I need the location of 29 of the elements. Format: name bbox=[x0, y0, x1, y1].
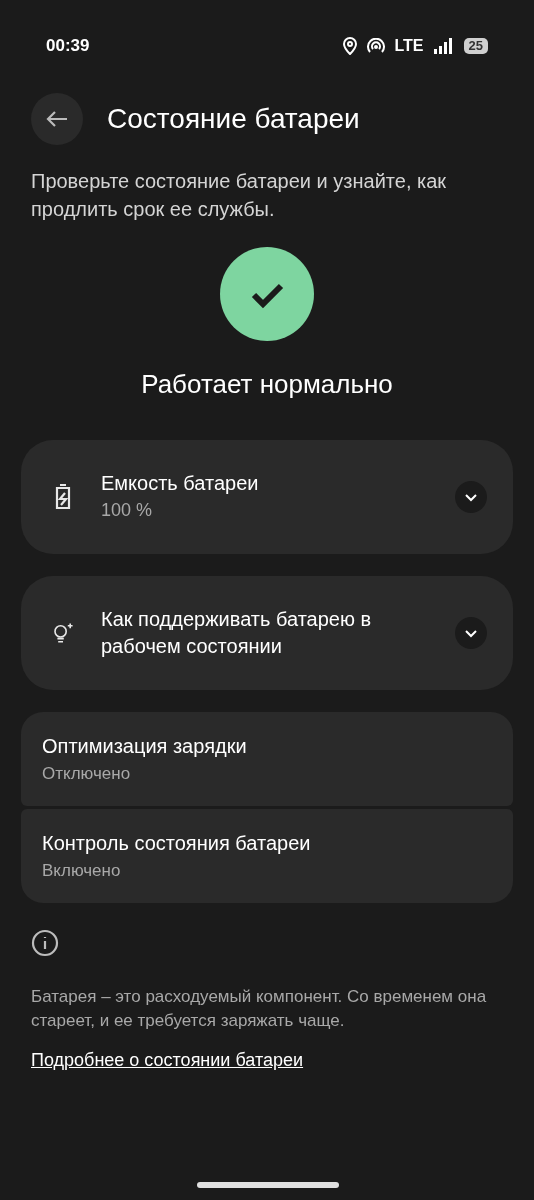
chevron-icon[interactable] bbox=[455, 617, 487, 649]
setting-title: Оптимизация зарядки bbox=[42, 734, 248, 760]
settings-item[interactable]: Оптимизация зарядки Отключено bbox=[21, 712, 513, 806]
back-icon bbox=[46, 110, 68, 128]
page-title: Состояние батареи bbox=[107, 102, 360, 136]
status-time: 00:39 bbox=[46, 35, 90, 58]
expandable-card[interactable]: Как поддерживать батарею в рабочем состоянии bbox=[21, 576, 513, 690]
footer-text: Батарея – это расходуемый компонент. Со временем она стареет, и ее требуется заряжать чаще. bbox=[31, 986, 488, 1032]
card-title: Емкость батареи bbox=[101, 471, 260, 496]
check-icon bbox=[220, 247, 314, 341]
battery-level: 25 bbox=[463, 38, 488, 54]
battery-icon bbox=[54, 483, 72, 511]
hotspot-icon bbox=[366, 38, 385, 54]
status-text: Работает нормально bbox=[141, 368, 393, 401]
setting-title: Контроль состояния батареи bbox=[42, 831, 312, 857]
learn-more-link[interactable]: Подробнее о состоянии батареи bbox=[31, 1047, 503, 1074]
network-type: LTE bbox=[394, 36, 424, 56]
expandable-card[interactable]: Емкость батареи 100 % bbox=[21, 440, 513, 554]
settings-item[interactable]: Контроль состояния батареи Включено bbox=[21, 809, 513, 903]
back-button[interactable] bbox=[31, 93, 83, 145]
chevron-icon[interactable] bbox=[455, 481, 487, 513]
page-description: Проверьте состояние батареи и узнайте, как продлить срок ее службы. bbox=[30, 169, 448, 222]
signal-icon bbox=[433, 38, 454, 54]
card-subtitle: 100 % bbox=[101, 499, 154, 522]
setting-value: Отключено bbox=[42, 763, 132, 786]
setting-value: Включено bbox=[42, 860, 122, 883]
card-title: Как поддерживать батарею в рабочем состоянии bbox=[101, 607, 373, 659]
info-icon bbox=[31, 929, 59, 957]
location-icon bbox=[342, 37, 357, 55]
